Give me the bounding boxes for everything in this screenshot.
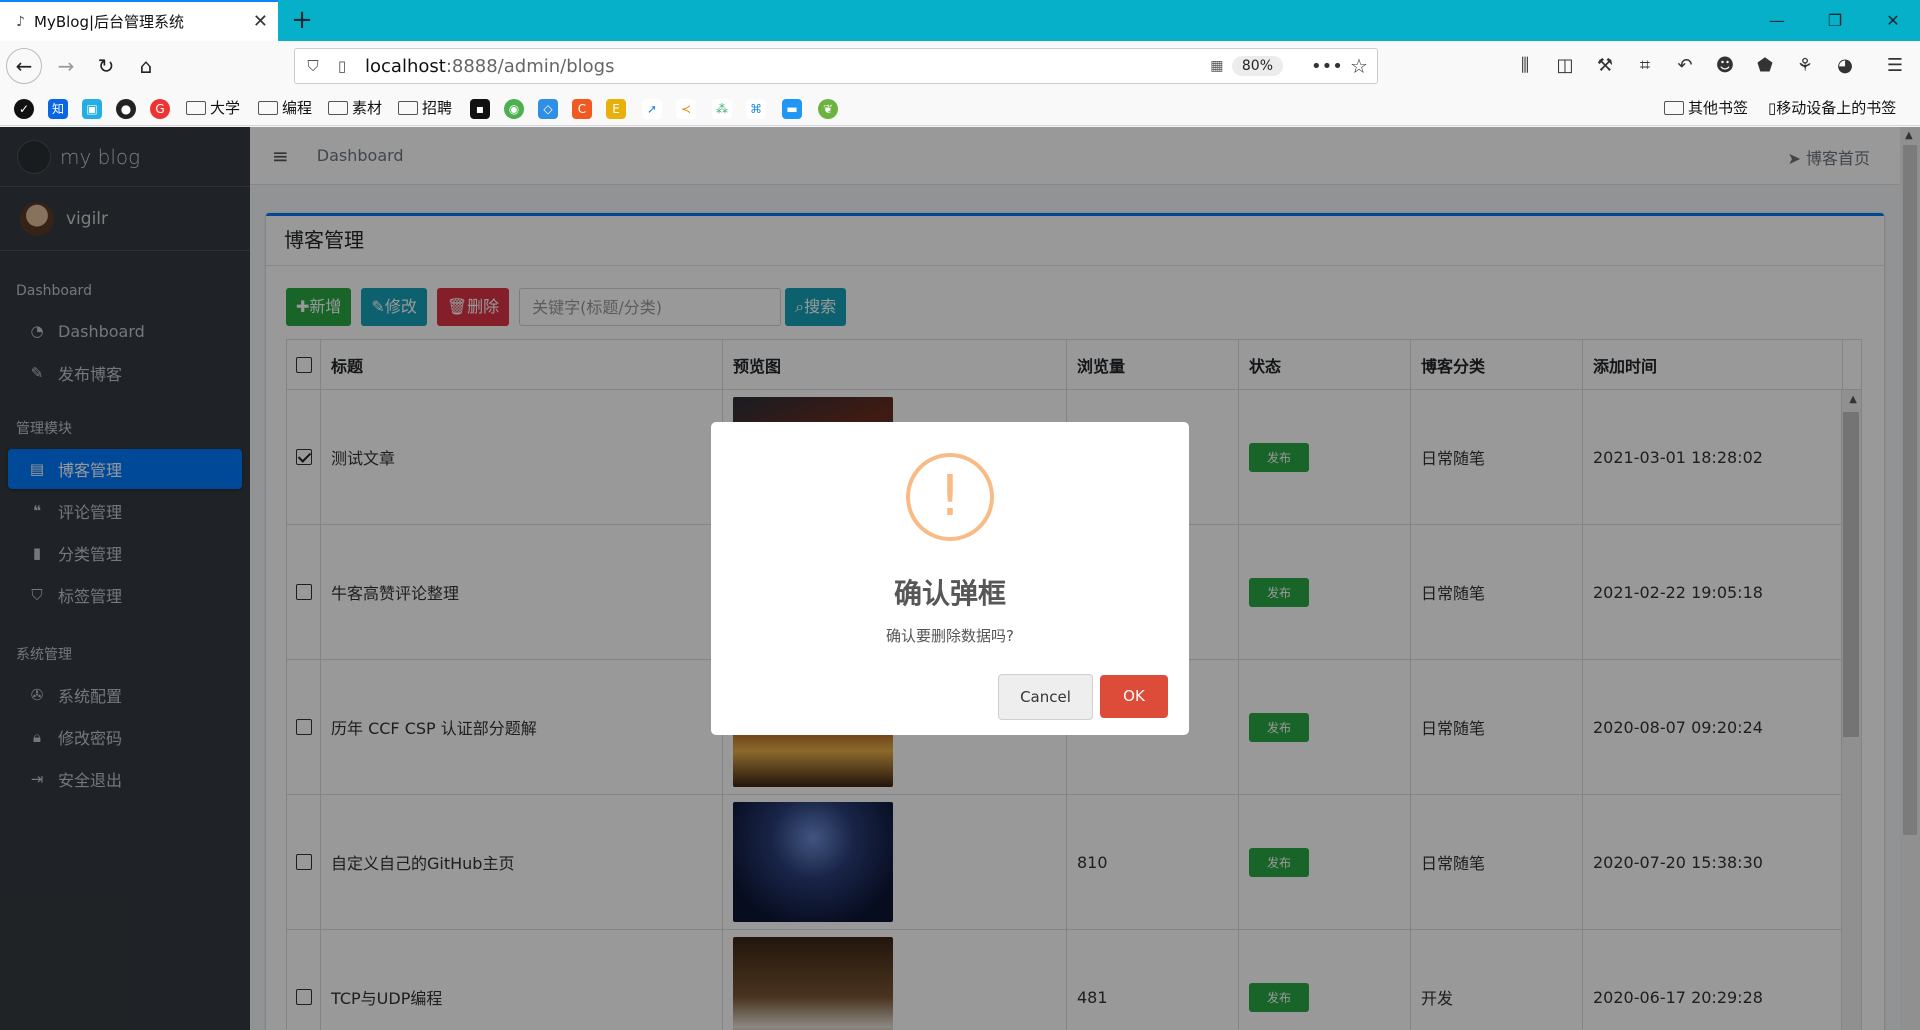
close-tab-icon[interactable]: ✕: [253, 11, 268, 32]
bookmark-folder-zhaopin[interactable]: 招聘: [398, 97, 452, 119]
warning-icon: !: [906, 453, 994, 541]
cancel-button[interactable]: Cancel: [998, 674, 1093, 720]
sidebar-toggle-icon[interactable]: ◫: [1552, 53, 1578, 79]
bookmark-site1-icon[interactable]: ▪: [470, 97, 490, 119]
bookmark-site8-icon[interactable]: ⁂: [712, 97, 732, 119]
folder-icon: [328, 100, 348, 115]
bookmark-site2-icon[interactable]: ◉: [504, 97, 524, 119]
library-icon[interactable]: ⫼: [1512, 53, 1538, 79]
shield-icon[interactable]: ⛉: [295, 57, 331, 75]
browser-navbar: ← → ↻ ⌂ ⛉ ▯ localhost:8888/admin/blogs ▦…: [0, 41, 1920, 90]
extension-monkey-icon[interactable]: ☻: [1712, 53, 1738, 79]
bookmark-spring-icon[interactable]: ❦: [818, 97, 838, 119]
bookmark-bilibili-icon[interactable]: ▣: [82, 97, 102, 119]
bookmarks-bar: ✓ 知 ▣ ● G 大学 编程 素材 招聘 ▪ ◉ ◇ C E ➚ ≺ ⁂ ⌘ …: [0, 90, 1920, 126]
bookmark-rocket-icon[interactable]: ➚: [642, 97, 662, 119]
bookmark-folder-sucai[interactable]: 素材: [328, 97, 382, 119]
close-window-button[interactable]: ✕: [1866, 0, 1920, 41]
bookmark-site7-icon[interactable]: ≺: [676, 97, 696, 119]
home-button[interactable]: ⌂: [128, 48, 164, 84]
bookmark-folder-daxue[interactable]: 大学: [186, 97, 240, 119]
address-bar[interactable]: ⛉ ▯ localhost:8888/admin/blogs ▦ 80% •••…: [294, 48, 1378, 84]
extension-palette-icon[interactable]: ◕: [1832, 53, 1858, 79]
folder-icon: [258, 100, 278, 115]
bookmark-site4-icon[interactable]: C: [572, 97, 592, 119]
undo-icon[interactable]: ↶: [1672, 53, 1698, 79]
confirm-dialog: ! 确认弹框 确认要删除数据吗? Cancel OK: [711, 422, 1189, 735]
reload-button[interactable]: ↻: [88, 48, 124, 84]
tab-title: MyBlog|后台管理系统: [34, 13, 185, 31]
new-tab-button[interactable]: +: [286, 4, 318, 36]
browser-tab[interactable]: ♪ MyBlog|后台管理系统 ✕: [0, 0, 278, 41]
folder-icon: [186, 100, 206, 115]
screenshot-crop-icon[interactable]: ⌗: [1632, 53, 1658, 79]
bookmark-other[interactable]: 其他书签: [1664, 97, 1748, 119]
ok-button[interactable]: OK: [1100, 675, 1168, 718]
music-note-icon: ♪: [16, 13, 25, 30]
page-info-icon[interactable]: ▯: [331, 57, 353, 75]
bookmark-site3-icon[interactable]: ◇: [538, 97, 558, 119]
minimize-button[interactable]: —: [1750, 0, 1804, 41]
more-actions-icon[interactable]: •••: [1311, 56, 1343, 77]
forward-button[interactable]: →: [48, 48, 84, 84]
bookmark-folder-biancheng[interactable]: 编程: [258, 97, 312, 119]
bookmark-star-icon[interactable]: ☆: [1341, 54, 1377, 78]
menu-icon[interactable]: ☰: [1882, 53, 1908, 79]
zoom-level[interactable]: 80%: [1231, 56, 1283, 76]
bookmark-site9-icon[interactable]: ⌘: [746, 97, 766, 119]
url-text[interactable]: localhost:8888/admin/blogs: [353, 56, 1202, 77]
extension-hammer-icon[interactable]: ⚒: [1592, 53, 1618, 79]
browser-titlebar: ♪ MyBlog|后台管理系统 ✕ + — ❐ ✕: [0, 0, 1920, 41]
bookmark-site5-icon[interactable]: E: [606, 97, 626, 119]
qr-code-icon[interactable]: ▦: [1202, 58, 1232, 74]
bookmark-zhihu-icon[interactable]: 知: [48, 97, 68, 119]
bookmark-g-icon[interactable]: G: [150, 97, 170, 119]
extension-network-icon[interactable]: ⚘: [1792, 53, 1818, 79]
bookmark-check-icon[interactable]: ✓: [14, 97, 34, 119]
back-button[interactable]: ←: [6, 48, 42, 84]
dialog-title: 确认弹框: [893, 577, 1006, 610]
bookmark-site10-icon[interactable]: ▬: [782, 97, 802, 119]
folder-icon: [398, 100, 418, 115]
bookmark-github-icon[interactable]: ●: [116, 97, 136, 119]
bookmark-mobile[interactable]: ▯移动设备上的书签: [1768, 97, 1896, 119]
dialog-message: 确认要删除数据吗?: [886, 627, 1014, 645]
restore-button[interactable]: ❐: [1808, 0, 1862, 41]
extension-shield-icon[interactable]: ⬟: [1752, 53, 1778, 79]
folder-icon: [1664, 100, 1684, 115]
